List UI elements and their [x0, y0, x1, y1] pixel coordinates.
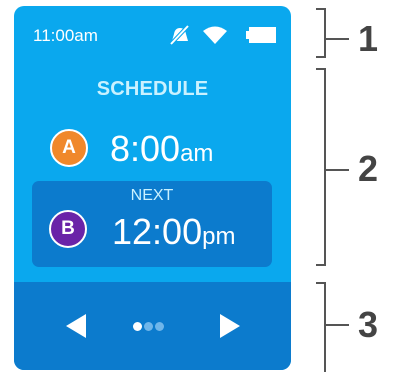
next-arrow-icon[interactable]: [220, 314, 240, 338]
slot-a-badge: A: [50, 129, 88, 167]
page-indicator: [133, 322, 173, 332]
callout-1-label: 1: [358, 18, 379, 59]
status-time: 11:00am: [33, 26, 98, 45]
callout-3-bracket-vertical: [324, 282, 326, 372]
status-icons: [168, 25, 278, 45]
page-dot: [144, 322, 153, 331]
slot-b-ampm: pm: [202, 223, 236, 250]
schedule-title: SCHEDULE: [96, 78, 209, 100]
page-dot: [133, 322, 142, 331]
callout-2-label: 2: [358, 148, 379, 189]
slot-b-badge: B: [49, 210, 87, 248]
callout-2-bracket-vertical: [324, 68, 326, 266]
diagram: 11:00am SCHEDULE A 8:00am NEXT B 12:00pm…: [0, 0, 413, 373]
callout-1-bracket-vertical: [324, 8, 326, 58]
slot-a-ampm: am: [180, 140, 214, 167]
callout-1-leader: [325, 38, 349, 40]
status-bar: 11:00am: [14, 6, 291, 62]
next-label: NEXT: [130, 187, 174, 204]
callout-1-bracket-bottom: [316, 56, 325, 58]
notifications-off-icon: [169, 25, 190, 45]
callout-3-leader: [325, 324, 349, 326]
page-dot: [155, 322, 164, 331]
battery-icon: [246, 27, 276, 43]
slot-b-time: 12:00pm: [112, 211, 235, 253]
device-screen: 11:00am SCHEDULE A 8:00am NEXT B 12:00pm: [14, 6, 291, 370]
previous-arrow-icon[interactable]: [66, 314, 86, 338]
slot-b-time-value: 12:00: [112, 211, 203, 252]
callout-2-bracket-bottom: [316, 264, 325, 266]
current-schedule-slot: A 8:00am: [14, 116, 291, 182]
wifi-icon: [203, 26, 227, 44]
slot-a-time-value: 8:00: [110, 128, 181, 169]
navigation-bar: [14, 282, 291, 370]
callout-2-leader: [325, 169, 349, 171]
slot-a-time: 8:00am: [110, 128, 213, 170]
callout-3-label: 3: [358, 304, 379, 345]
next-schedule-card: NEXT B 12:00pm: [32, 181, 272, 267]
